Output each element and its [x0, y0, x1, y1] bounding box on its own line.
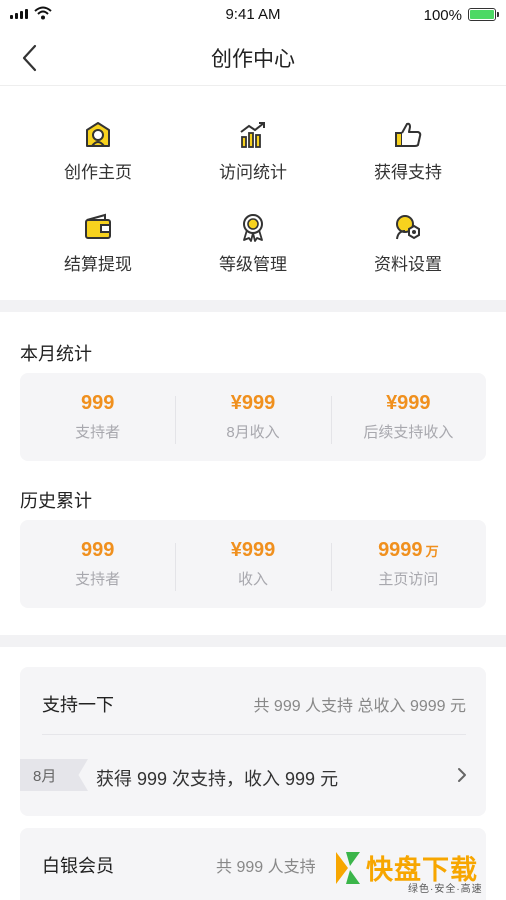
stat-supporters[interactable]: 999 支持者	[20, 539, 175, 589]
feature-grid: 创作主页 访问统计 获得支持 结算提现 等级管理 资料设置	[0, 100, 506, 300]
feature-get-support[interactable]: 获得支持	[324, 100, 492, 190]
stat-month-income[interactable]: ¥999 8月收入	[175, 392, 330, 444]
feature-profile-settings[interactable]: 资料设置	[324, 192, 492, 282]
support-card-title: 支持一下	[42, 695, 114, 715]
stat-label: 支持者	[75, 571, 121, 588]
feature-label: 创作主页	[64, 163, 132, 182]
feature-visit-stats[interactable]: 访问统计	[169, 100, 337, 190]
stat-value: ¥999	[230, 539, 276, 561]
battery-icon	[468, 8, 499, 21]
stat-label: 8月收入	[226, 424, 280, 441]
stat-value: 999	[80, 539, 115, 561]
watermark-slogan: 绿色·安全·高速	[408, 884, 483, 895]
page-title: 创作中心	[211, 48, 295, 71]
feature-label: 获得支持	[374, 163, 442, 182]
stat-label: 后续支持收入	[363, 424, 454, 441]
section-divider	[0, 300, 506, 312]
month-tag: 8月	[20, 759, 88, 791]
settings-icon	[391, 210, 425, 244]
battery-percent: 100%	[423, 7, 462, 24]
silver-card-title: 白银会员	[42, 856, 114, 876]
stat-followup-income[interactable]: ¥999 后续支持收入	[330, 392, 486, 444]
status-bar: 9:41 AM 100%	[0, 0, 506, 30]
feature-label: 结算提现	[64, 255, 132, 274]
stat-income[interactable]: ¥999 收入	[175, 539, 330, 591]
feature-label: 访问统计	[219, 163, 287, 182]
silver-card-meta: 共 999 人支持	[216, 859, 316, 876]
stat-unit: 万	[425, 544, 439, 559]
stat-value: 9999	[378, 539, 423, 561]
stat-homepage-visits[interactable]: 9999 万 主页访问	[330, 539, 486, 591]
support-summary-card: 支持一下 共 999 人支持 总收入 9999 元 8月 获得 999 次支持，…	[20, 667, 486, 816]
medal-icon	[236, 210, 270, 244]
stat-value: ¥999	[386, 392, 431, 414]
visit-stats-icon	[236, 118, 270, 152]
feature-label: 等级管理	[219, 255, 287, 274]
stat-value: ¥999	[230, 392, 276, 414]
support-record[interactable]: 获得 999 次支持，收入 999 元	[96, 765, 338, 791]
stat-value: 999	[80, 392, 115, 414]
stat-label: 支持者	[75, 424, 121, 441]
logo-mark-icon	[336, 852, 360, 884]
card-divider	[42, 734, 466, 735]
history-stats-title: 历史累计	[20, 491, 92, 511]
creator-home-icon	[81, 118, 115, 152]
support-card-meta: 共 999 人支持 总收入 9999 元	[253, 698, 466, 715]
feature-settlement[interactable]: 结算提现	[14, 192, 182, 282]
stat-label: 主页访问	[378, 571, 439, 588]
thumbs-up-icon	[391, 118, 425, 152]
stat-supporters[interactable]: 999 支持者	[20, 392, 175, 442]
wallet-icon	[81, 210, 115, 244]
monthly-stats-title: 本月统计	[20, 344, 92, 364]
monthly-stats-card: 999 支持者 ¥999 8月收入 ¥999 后续支持收入	[20, 373, 486, 461]
chevron-right-icon[interactable]	[456, 766, 468, 784]
nav-bar: 创作中心	[0, 30, 506, 86]
watermark-logo: 快盘下载 绿色·安全·高速	[334, 846, 504, 898]
stat-label: 收入	[237, 571, 268, 588]
feature-creator-home[interactable]: 创作主页	[14, 100, 182, 190]
feature-level-management[interactable]: 等级管理	[169, 192, 337, 282]
section-divider	[0, 635, 506, 647]
feature-label: 资料设置	[374, 255, 442, 274]
history-stats-card: 999 支持者 ¥999 收入 9999 万 主页访问	[20, 520, 486, 608]
